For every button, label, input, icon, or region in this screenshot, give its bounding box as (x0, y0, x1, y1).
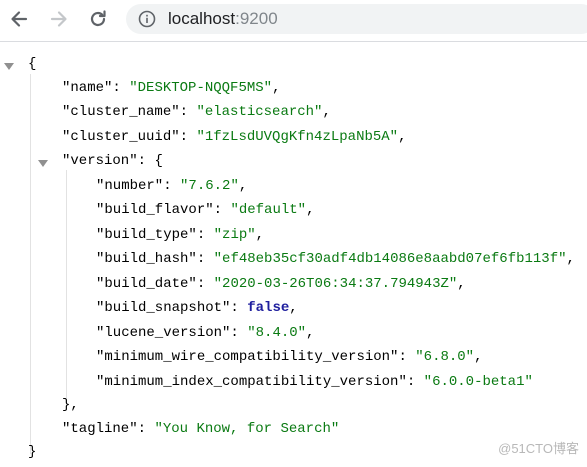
version-close-brace: }, (62, 397, 79, 413)
json-row-lucene-version: "lucene_version": "8.4.0", (96, 325, 315, 341)
root-indent-guide (30, 74, 31, 454)
json-row-build-type: "build_type": "zip", (96, 227, 265, 243)
json-row-min-wire-version: "minimum_wire_compatibility_version": "6… (96, 349, 483, 365)
json-row-version: "version": { (62, 153, 163, 169)
info-icon[interactable] (138, 10, 156, 28)
watermark: @51CTO博客 (498, 441, 579, 456)
json-row-cluster-uuid: "cluster_uuid": "1fzLsdUVQgKfn4zLpaNb5A"… (62, 129, 407, 145)
json-row-number: "number": "7.6.2", (96, 178, 248, 194)
json-row-tagline: "tagline": "You Know, for Search" (62, 421, 340, 437)
url-text[interactable]: localhost:9200 (168, 9, 278, 29)
reload-icon[interactable] (86, 7, 110, 31)
json-row-build-snapshot: "build_snapshot": false, (96, 300, 298, 316)
json-row-cluster-name: "cluster_name": "elasticsearch", (62, 104, 331, 120)
json-viewer: { "name": "DESKTOP-NQQF5MS", "cluster_na… (0, 42, 587, 467)
collapse-toggle-root-icon[interactable] (3, 60, 15, 72)
root-close-brace: } (28, 444, 37, 460)
version-indent-guide (66, 170, 67, 398)
root-open-brace: { (28, 56, 37, 72)
json-row-build-flavor: "build_flavor": "default", (96, 202, 315, 218)
url-host: localhost (168, 9, 236, 28)
url-port: :9200 (235, 9, 278, 28)
json-row-name: "name": "DESKTOP-NQQF5MS", (62, 80, 281, 96)
json-row-build-date: "build_date": "2020-03-26T06:34:37.79494… (96, 276, 466, 292)
back-arrow-icon[interactable] (7, 7, 31, 31)
collapse-toggle-version-icon[interactable] (37, 157, 49, 169)
address-bar[interactable]: localhost:9200 (126, 4, 587, 34)
json-row-min-index-version: "minimum_index_compatibility_version": "… (96, 374, 533, 390)
forward-arrow-icon[interactable] (47, 7, 71, 31)
json-row-build-hash: "build_hash": "ef48eb35cf30adf4db14086e8… (96, 251, 575, 267)
browser-toolbar: localhost:9200 (0, 0, 587, 38)
